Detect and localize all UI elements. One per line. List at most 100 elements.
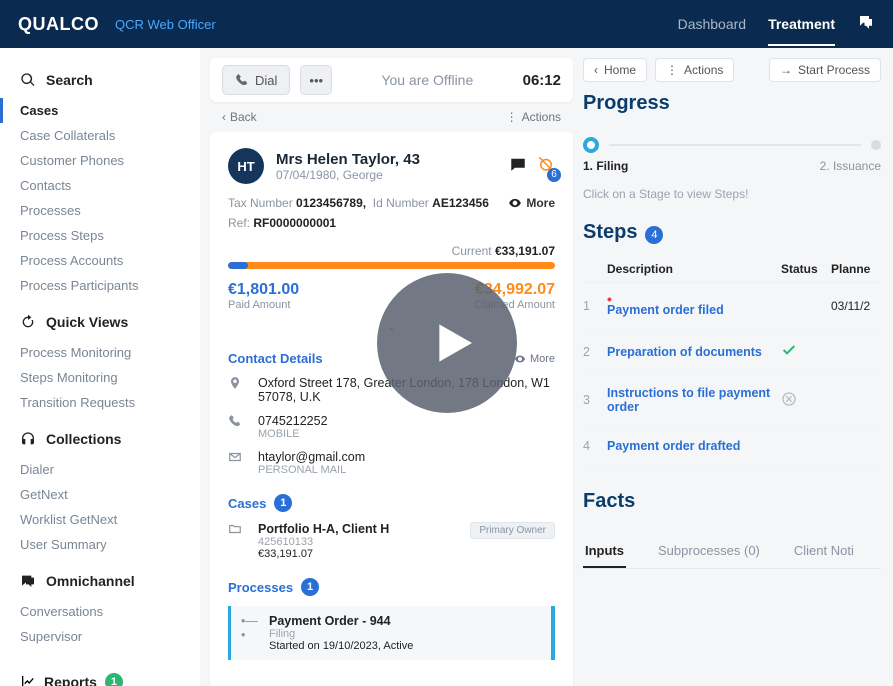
step-row[interactable]: 1 Payment order filed 03/11/2	[583, 283, 881, 330]
phone-sub: MOBILE	[258, 428, 328, 440]
dots-icon: •••	[309, 73, 323, 88]
sidebar-item[interactable]: Customer Phones	[0, 148, 200, 173]
step-row[interactable]: 2 Preparation of documents	[583, 330, 881, 374]
offline-status: You are Offline	[342, 72, 513, 88]
phone-icon	[228, 414, 246, 431]
stage-2-dot[interactable]	[871, 140, 881, 150]
sidebar-item[interactable]: Processes	[0, 198, 200, 223]
top-nav: Dashboard Treatment	[678, 2, 875, 46]
chevron-left-icon: ‹	[222, 110, 226, 124]
sidebar-item-cases[interactable]: Cases	[0, 98, 200, 123]
home-label: Home	[604, 63, 636, 77]
more-toggle[interactable]: More	[508, 196, 555, 210]
sidebar-search[interactable]: Search	[0, 66, 200, 94]
case-row[interactable]: Portfolio H-A, Client H 425610133 €33,19…	[228, 522, 555, 560]
chevron-left-icon: ‹	[594, 63, 598, 77]
sidebar-omni-label: Omnichannel	[46, 573, 135, 589]
chat-icon[interactable]	[857, 13, 875, 36]
email-text: htaylor@gmail.com	[258, 450, 365, 464]
message-icon[interactable]	[509, 155, 527, 178]
current-row: Current €33,191.07	[228, 244, 555, 258]
nav-treatment[interactable]: Treatment	[768, 16, 835, 46]
cases-count: 1	[274, 494, 292, 512]
case-amount: €33,191.07	[258, 548, 389, 560]
col-description: Description	[607, 262, 781, 276]
sidebar-item[interactable]: Steps Monitoring	[0, 365, 200, 390]
meta-row: Tax Number 0123456789, Id Number AE12345…	[228, 196, 555, 210]
step-desc[interactable]: Payment order filed	[607, 295, 781, 317]
stage-2-label[interactable]: 2. Issuance	[820, 159, 881, 173]
back-label: Back	[230, 110, 257, 124]
contact-phone: 0745212252 MOBILE	[228, 414, 555, 440]
play-video-button[interactable]	[377, 273, 517, 413]
sidebar-omnichannel[interactable]: Omnichannel	[0, 567, 200, 595]
sidebar-collections[interactable]: Collections	[0, 425, 200, 453]
back-link[interactable]: ‹ Back	[222, 110, 257, 124]
email-sub: PERSONAL MAIL	[258, 464, 365, 476]
sidebar: Search Cases Case Collaterals Customer P…	[0, 48, 200, 686]
home-pill[interactable]: ‹ Home	[583, 58, 647, 82]
stage-1-dot[interactable]	[583, 137, 599, 153]
brand-logo: QUALCO	[18, 14, 99, 35]
step-desc[interactable]: Instructions to file payment order	[607, 386, 781, 414]
alarm-off-icon[interactable]	[537, 155, 555, 178]
steps-header-row: Description Status Planne	[583, 256, 881, 283]
sidebar-quickviews[interactable]: Quick Views	[0, 308, 200, 336]
nav-dashboard[interactable]: Dashboard	[678, 16, 747, 32]
step-row[interactable]: 3 Instructions to file payment order	[583, 374, 881, 427]
steps-count: 4	[645, 226, 663, 244]
sidebar-item[interactable]: GetNext	[0, 482, 200, 507]
sidebar-item[interactable]: Process Monitoring	[0, 340, 200, 365]
call-topbar: Dial ••• You are Offline 06:12	[210, 58, 573, 102]
tab-inputs[interactable]: Inputs	[583, 535, 626, 568]
facts-heading: Facts	[583, 490, 881, 513]
tab-subprocesses[interactable]: Subprocesses (0)	[656, 535, 762, 568]
sidebar-item[interactable]: Conversations	[0, 599, 200, 624]
actions-link[interactable]: ⋮ Actions	[506, 110, 561, 124]
id-value: AE123456	[432, 196, 489, 210]
id-label: Id Number	[373, 196, 429, 210]
start-process-pill[interactable]: →Start Process	[769, 58, 881, 82]
sidebar-item[interactable]: Process Participants	[0, 273, 200, 298]
sidebar-item[interactable]: User Summary	[0, 532, 200, 557]
sub-brand[interactable]: QCR Web Officer	[115, 17, 216, 32]
sidebar-item[interactable]: Worklist GetNext	[0, 507, 200, 532]
alert-dot-icon	[607, 295, 781, 303]
step-row[interactable]: 4 Payment order drafted	[583, 427, 881, 466]
step-num: 3	[583, 393, 607, 407]
start-label: Start Process	[798, 63, 870, 77]
sidebar-item[interactable]: Transition Requests	[0, 390, 200, 415]
eye-icon	[508, 196, 522, 210]
tab-client-notif[interactable]: Client Noti	[792, 535, 856, 568]
process-row[interactable]: •—• Payment Order - 944 Filing Started o…	[228, 606, 555, 660]
timeline	[583, 137, 881, 153]
more-button[interactable]: •••	[300, 65, 332, 95]
sidebar-item[interactable]: Process Accounts	[0, 248, 200, 273]
headset-icon	[20, 431, 36, 447]
mail-icon	[228, 450, 246, 467]
chart-icon	[20, 674, 36, 686]
sidebar-item[interactable]: Case Collaterals	[0, 123, 200, 148]
stage-1-label[interactable]: 1. Filing	[583, 159, 628, 173]
actions-pill[interactable]: ⋮Actions	[655, 58, 734, 82]
sidebar-item[interactable]: Supervisor	[0, 624, 200, 649]
ref-label: Ref:	[228, 216, 250, 230]
folder-icon	[228, 522, 246, 539]
step-date: 03/11/2	[831, 299, 881, 313]
paid-value: €1,801.00	[228, 281, 299, 299]
dial-button[interactable]: Dial	[222, 65, 290, 95]
check-icon	[781, 342, 831, 361]
sidebar-item[interactable]: Contacts	[0, 173, 200, 198]
person-sub: 07/04/1980, George	[276, 168, 420, 182]
sidebar-search-label: Search	[46, 72, 93, 88]
contact-more[interactable]: More	[514, 353, 555, 365]
flow-icon: •—•	[241, 614, 259, 642]
steps-heading: Steps 4	[583, 221, 881, 244]
sidebar-item[interactable]: Dialer	[0, 457, 200, 482]
sidebar-item[interactable]: Process Steps	[0, 223, 200, 248]
step-desc[interactable]: Preparation of documents	[607, 345, 781, 359]
cases-title: Cases 1	[228, 494, 555, 512]
sidebar-reports[interactable]: Reports 1	[0, 659, 200, 686]
step-desc[interactable]: Payment order drafted	[607, 439, 781, 453]
sidebar-collections-label: Collections	[46, 431, 121, 447]
